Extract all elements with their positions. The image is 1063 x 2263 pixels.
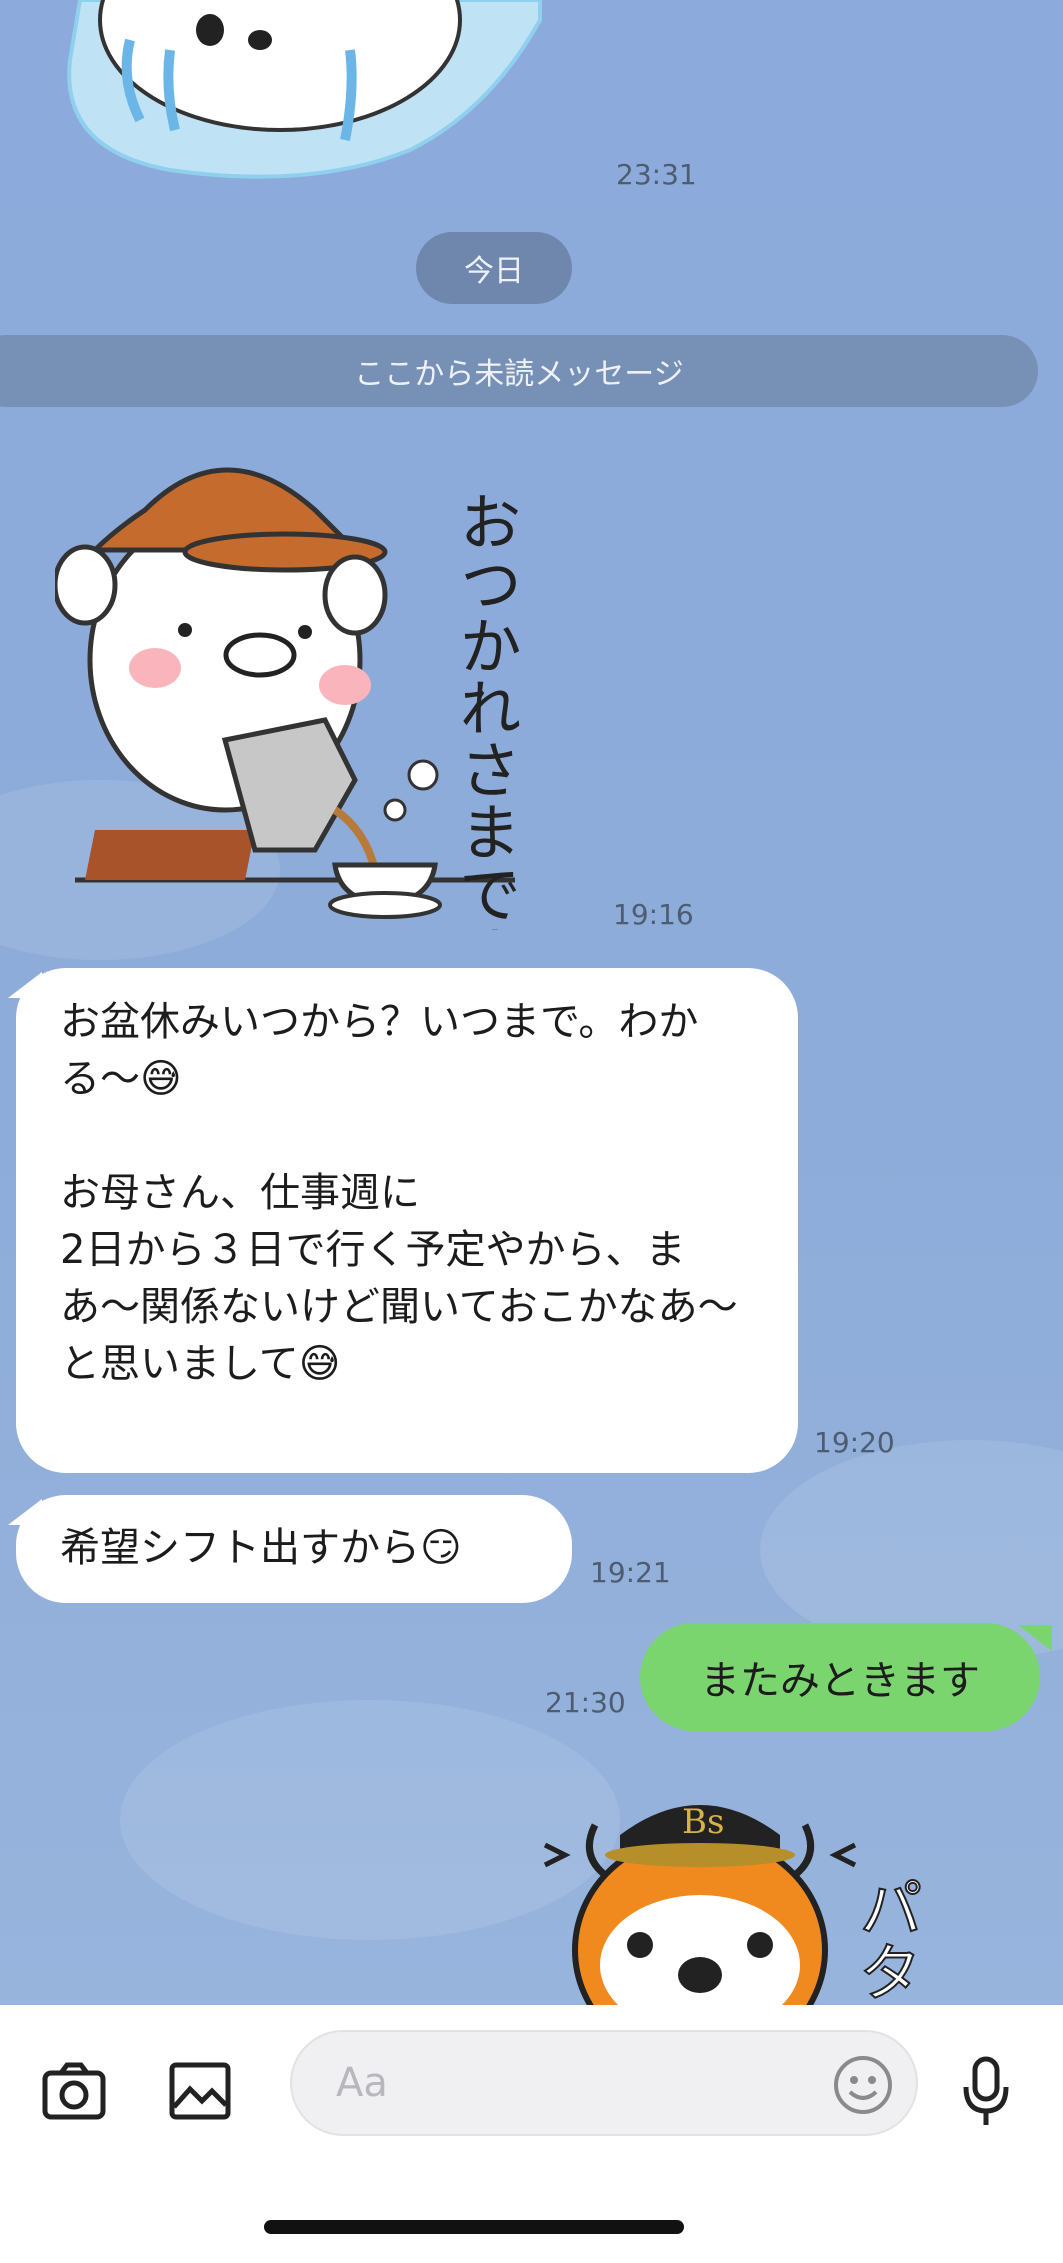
incoming-message-bubble[interactable]: 希望シフト出すから😏 — [16, 1495, 572, 1603]
microphone-icon — [963, 2056, 1009, 2125]
home-indicator[interactable] — [264, 2220, 684, 2234]
image-icon — [169, 2062, 231, 2120]
message-time: 23:31 — [616, 158, 697, 191]
crying-dog-sticker[interactable] — [50, 0, 570, 185]
otsukare-dog-sticker[interactable]: おつかれさまです — [55, 450, 575, 930]
message-time: 19:16 — [613, 898, 694, 931]
message-time: 19:21 — [590, 1556, 671, 1589]
cap-logo: Bs — [682, 1802, 724, 1842]
sticker-caption: パタ — [848, 1875, 922, 2003]
camera-icon — [42, 2062, 106, 2120]
sticker-caption: おつかれさまです — [449, 490, 522, 930]
chat-area[interactable]: 23:31 今日 ここから未読メッセージ おつかれさまです 19:16 お盆休み… — [0, 0, 1063, 2005]
voice-button[interactable] — [950, 2051, 1022, 2131]
date-divider: 今日 — [416, 232, 572, 304]
buffaloes-mascot-sticker[interactable]: Bs パタ — [525, 1775, 995, 2005]
emoji-icon[interactable] — [832, 2054, 894, 2116]
message-input-placeholder: Aa — [336, 2060, 388, 2106]
camera-button[interactable] — [38, 2055, 110, 2127]
unread-divider: ここから未読メッセージ — [0, 335, 1038, 407]
incoming-message-bubble[interactable]: お盆休みいつから？いつまで。わかる〜😅 お母さん、仕事週に 2日から３日で行く予… — [16, 968, 798, 1473]
message-time: 19:20 — [814, 1426, 895, 1459]
message-time: 21:30 — [545, 1686, 626, 1719]
outgoing-message-bubble[interactable]: またみときます — [640, 1623, 1040, 1731]
message-input[interactable]: Aa — [290, 2030, 918, 2136]
image-button[interactable] — [164, 2055, 236, 2127]
